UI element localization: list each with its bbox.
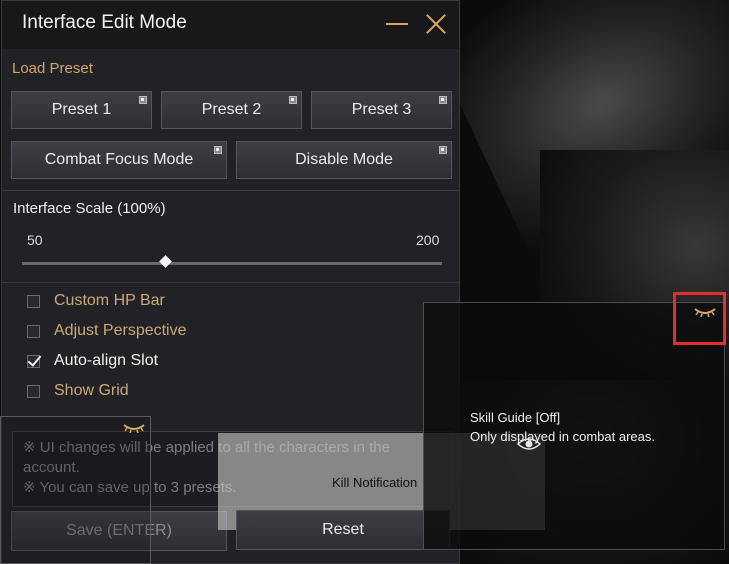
checkbox[interactable] xyxy=(27,384,40,398)
skill-guide-subtitle: Only displayed in combat areas. xyxy=(470,429,655,444)
checkbox-checked[interactable] xyxy=(27,354,40,368)
option-label: Show Grid xyxy=(54,382,129,399)
scale-min-label: 50 xyxy=(27,232,43,248)
preset-2-label: Preset 2 xyxy=(201,101,262,118)
close-icon[interactable] xyxy=(424,12,448,36)
expand-corner-icon xyxy=(439,146,447,154)
eye-closed-icon[interactable] xyxy=(122,423,146,433)
option-adjust-perspective[interactable]: Adjust Perspective xyxy=(27,320,187,342)
highlight-box xyxy=(673,292,726,345)
draggable-widget-frame[interactable] xyxy=(0,416,151,564)
scale-slider-thumb[interactable] xyxy=(159,255,172,268)
preset-1-label: Preset 1 xyxy=(51,101,112,118)
expand-corner-icon xyxy=(289,96,297,104)
load-preset-label: Load Preset xyxy=(12,60,93,77)
expand-corner-icon xyxy=(439,96,447,104)
expand-corner-icon xyxy=(214,146,222,154)
skill-guide-title: Skill Guide [Off] xyxy=(470,410,561,425)
preset-1-button[interactable]: Preset 1 xyxy=(11,91,152,129)
preset-2-button[interactable]: Preset 2 xyxy=(161,91,302,129)
divider xyxy=(2,190,459,191)
reset-button[interactable]: Reset xyxy=(236,510,450,550)
option-custom-hp-bar[interactable]: Custom HP Bar xyxy=(27,290,165,312)
reset-button-label: Reset xyxy=(322,521,364,538)
eye-open-icon[interactable] xyxy=(517,437,541,451)
title-bar[interactable]: Interface Edit Mode xyxy=(2,1,459,49)
expand-corner-icon xyxy=(139,96,147,104)
option-label: Adjust Perspective xyxy=(54,322,187,339)
disable-mode-button[interactable]: Disable Mode xyxy=(236,141,452,179)
kill-notification-label: Kill Notification xyxy=(332,475,418,490)
combat-focus-mode-label: Combat Focus Mode xyxy=(44,151,194,168)
scale-slider-track[interactable] xyxy=(22,262,442,265)
checkbox[interactable] xyxy=(27,324,40,338)
scale-max-label: 200 xyxy=(416,232,440,248)
option-label: Auto-align Slot xyxy=(54,352,159,369)
interface-scale-label: Interface Scale (100%) xyxy=(13,200,166,217)
option-show-grid[interactable]: Show Grid xyxy=(27,380,129,402)
window-title: Interface Edit Mode xyxy=(22,12,187,33)
minimize-icon[interactable] xyxy=(386,23,408,25)
divider xyxy=(2,282,459,283)
checkbox[interactable] xyxy=(27,294,40,308)
combat-focus-mode-button[interactable]: Combat Focus Mode xyxy=(11,141,227,179)
preset-3-label: Preset 3 xyxy=(351,101,412,118)
disable-mode-label: Disable Mode xyxy=(295,151,393,168)
option-auto-align-slot[interactable]: Auto-align Slot xyxy=(27,350,158,372)
option-label: Custom HP Bar xyxy=(54,292,165,309)
preset-3-button[interactable]: Preset 3 xyxy=(311,91,452,129)
